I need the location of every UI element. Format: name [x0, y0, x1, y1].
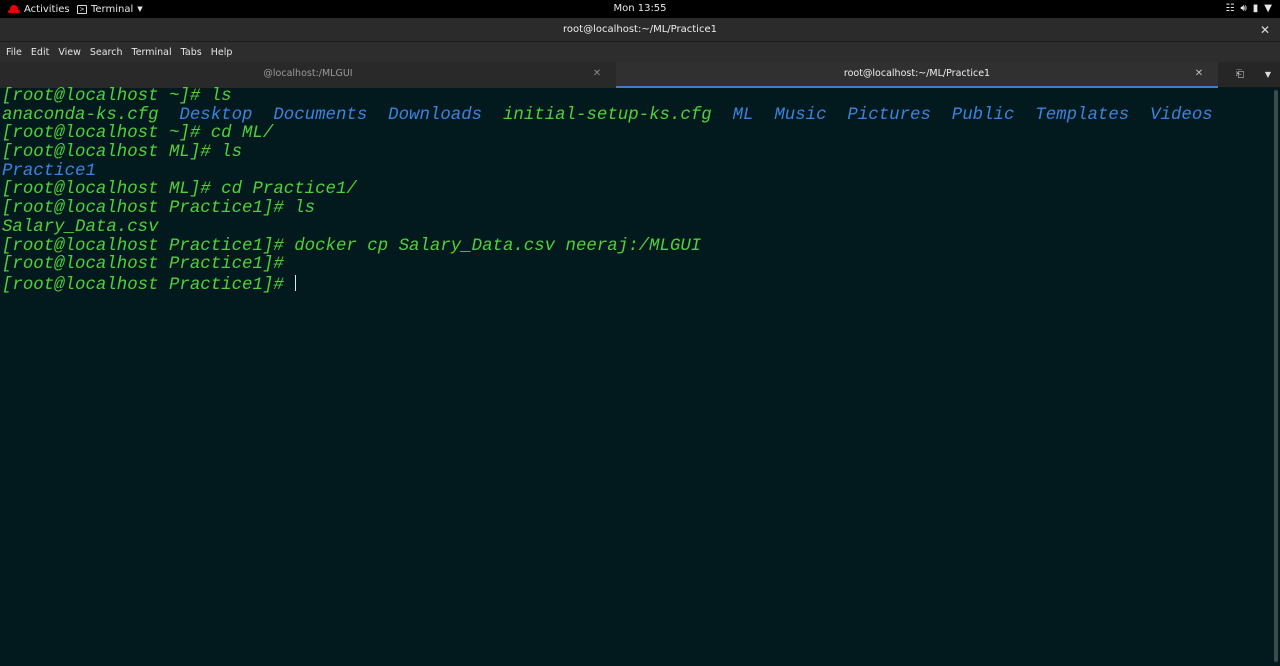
ls-entry-dir: Public: [951, 105, 1015, 125]
menu-tabs[interactable]: Tabs: [181, 47, 202, 58]
terminal-line: [root@localhost ~]# ls: [0, 87, 1272, 107]
scrollbar-thumb[interactable]: [1274, 90, 1278, 662]
system-tray[interactable]: ☷ 🔊︎ ▮ ▼: [1226, 1, 1273, 17]
clock-area: Mon 13:55: [0, 1, 1280, 17]
system-menu-chevron-icon: ▼: [1264, 3, 1272, 14]
menu-search[interactable]: Search: [90, 47, 123, 58]
terminal-line: [root@localhost Practice1]#: [0, 255, 1272, 275]
terminal-line: [root@localhost ML]# ls: [0, 143, 1272, 163]
tab-list-chevron-icon[interactable]: ▼: [1262, 67, 1274, 83]
window-close-icon[interactable]: ✕: [1258, 18, 1272, 42]
prompt: [root@localhost Practice1]#: [2, 199, 284, 219]
app-menu[interactable]: > Terminal ▼: [77, 1, 143, 17]
window-titlebar[interactable]: root@localhost:~/ML/Practice1 ✕: [0, 18, 1280, 42]
prompt: [root@localhost ML]#: [2, 143, 211, 163]
ls-entry-dir: Pictures: [847, 105, 931, 125]
command: cd Practice1/: [210, 180, 357, 200]
command: ls: [200, 87, 232, 106]
gnome-top-bar: Activities > Terminal ▼ Mon 13:55 ☷ 🔊︎ ▮…: [0, 0, 1280, 18]
new-tab-icon[interactable]: ⎗: [1232, 67, 1248, 83]
prompt: [root@localhost Practice1]#: [2, 255, 284, 275]
command: [284, 276, 294, 295]
tab-close-icon[interactable]: ✕: [592, 62, 602, 86]
command: cd ML/: [200, 124, 274, 144]
chevron-down-icon: ▼: [137, 5, 143, 13]
tab-practice1[interactable]: root@localhost:~/ML/Practice1 ✕: [616, 62, 1218, 88]
ls-entry-dir: Music: [774, 105, 827, 125]
tab-label: root@localhost:~/ML/Practice1: [843, 68, 991, 79]
ls-entry-dir: Documents: [273, 105, 368, 125]
prompt: [root@localhost Practice1]#: [2, 275, 284, 295]
ls-entry-file: Salary_Data.csv: [2, 217, 159, 237]
activities-label: Activities: [24, 3, 70, 15]
terminal-line: Practice1: [0, 161, 1272, 182]
prompt: [root@localhost ML]#: [2, 180, 211, 200]
terminal-line: Salary_Data.csv: [0, 217, 1272, 238]
ls-entry-dir: Desktop: [179, 105, 253, 125]
tab-label: @localhost:/MLGUI: [263, 68, 353, 79]
prompt: [root@localhost ~]#: [2, 124, 201, 144]
menu-help[interactable]: Help: [211, 47, 233, 58]
menu-edit[interactable]: Edit: [31, 47, 49, 58]
window-title: root@localhost:~/ML/Practice1: [563, 24, 717, 35]
tab-mlgui[interactable]: @localhost:/MLGUI ✕: [0, 62, 616, 88]
volume-icon: 🔊︎: [1240, 3, 1247, 14]
ls-entry-file: anaconda-ks.cfg: [2, 105, 159, 125]
ls-entry-dir: ML: [732, 105, 754, 125]
menu-file[interactable]: File: [6, 47, 22, 58]
prompt: [root@localhost ~]#: [2, 87, 201, 106]
terminal-line: [root@localhost ML]# cd Practice1/: [0, 181, 1272, 200]
ls-output-line: anaconda-ks.cfg Desktop Documents Downlo…: [0, 105, 1272, 126]
network-icon: ☷: [1225, 3, 1235, 14]
menu-terminal[interactable]: Terminal: [132, 47, 172, 58]
command: ls: [283, 199, 316, 219]
command: ls: [210, 143, 243, 163]
app-menu-label: Terminal: [91, 3, 134, 15]
terminal-line: [root@localhost Practice1]# docker cp Sa…: [0, 236, 1272, 257]
terminal-app-icon: >: [77, 4, 87, 14]
battery-icon: ▮: [1252, 3, 1259, 14]
menu-bar: File Edit View Search Terminal Tabs Help: [0, 42, 1280, 62]
terminal-line: [root@localhost ~]# cd ML/: [0, 125, 1272, 144]
tab-bar: @localhost:/MLGUI ✕ root@localhost:~/ML/…: [0, 62, 1280, 88]
command: docker cp Salary_Data.csv neeraj:/MLGUI: [283, 236, 702, 256]
menu-view[interactable]: View: [58, 47, 81, 58]
terminal-output[interactable]: [root@localhost ~]# ls anaconda-ks.cfg D…: [0, 87, 1272, 666]
redhat-logo-icon: [8, 4, 20, 14]
activities-button[interactable]: Activities: [8, 1, 70, 17]
ls-entry-file: initial-setup-ks.cfg: [502, 105, 712, 125]
ls-entry-dir: Templates: [1035, 105, 1130, 125]
ls-entry-dir: Practice1: [2, 161, 96, 181]
tab-close-icon[interactable]: ✕: [1194, 62, 1204, 86]
text-cursor: [295, 274, 297, 291]
terminal-line-current: [root@localhost Practice1]#: [0, 274, 1272, 295]
terminal-line: [root@localhost Practice1]# ls: [0, 199, 1272, 219]
ls-entry-dir: Downloads: [388, 105, 483, 125]
terminal-scrollbar[interactable]: [1272, 88, 1280, 666]
ls-entry-dir: Videos: [1150, 105, 1213, 125]
prompt: [root@localhost Practice1]#: [2, 236, 284, 256]
clock[interactable]: Mon 13:55: [613, 3, 666, 14]
